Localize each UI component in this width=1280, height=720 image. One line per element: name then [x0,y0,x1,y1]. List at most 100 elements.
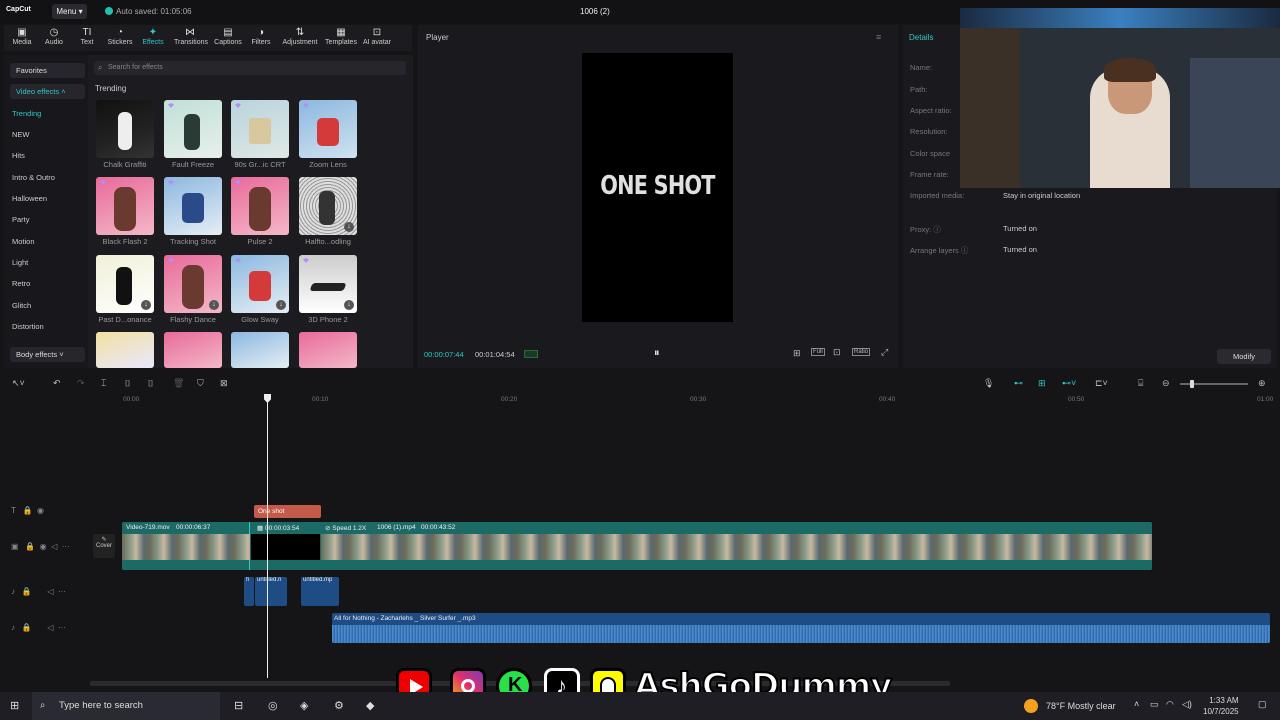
mute-icon[interactable]: ◁ [51,542,57,551]
effect-card-partial[interactable] [96,332,154,368]
tab-transitions[interactable]: ⋈ Transitions [174,27,208,46]
more-icon[interactable]: ··· [62,542,70,551]
tab-ai-avatar[interactable]: ⊡ AI avatar [361,27,393,46]
video-effects-header[interactable]: Video effects ˄ [10,84,85,99]
magnet-icon[interactable]: ⊞ [1038,378,1046,389]
task-view-icon[interactable]: ⊟ [234,699,243,712]
delete-icon[interactable]: 🗑 [173,378,184,389]
nav-party[interactable]: Party [12,215,30,224]
detail-value[interactable]: Turned on [1003,224,1037,233]
video-clip-3[interactable]: ⊘ Speed 1.2X 1006 (1).mp4 00:00:43:52 [321,522,1152,570]
effect-card-tracking-shot[interactable] [164,177,222,235]
copilot-icon[interactable]: ◆ [366,699,374,712]
redo-icon[interactable]: ↷ [77,378,85,389]
menu-button[interactable]: Menu ▾ [52,4,87,19]
effect-card-partial[interactable] [231,332,289,368]
nav-glitch[interactable]: Glitch [12,301,31,310]
effect-card-3d-phone-2[interactable]: ↓ [299,255,357,313]
nav-light[interactable]: Light [12,258,28,267]
link-icon[interactable]: ⊷ [1014,378,1023,389]
player-menu-icon[interactable]: ≡ [876,32,881,42]
tab-audio[interactable]: ◷ Audio [38,27,70,46]
app-icon[interactable]: ◎ [268,699,278,712]
text-clip[interactable]: One shot [254,505,321,518]
modify-button[interactable]: Modify [1217,349,1271,364]
tab-stickers[interactable]: ◔ Stickers [104,27,136,46]
download-icon[interactable]: ↓ [276,300,286,310]
tab-captions[interactable]: ▤ Captions [212,27,244,46]
zoom-slider-handle[interactable] [1190,380,1194,388]
wifi-icon[interactable]: ◠ [1166,699,1174,710]
mic-icon[interactable]: 🎙 [983,378,994,389]
snapshot-icon[interactable]: ⊡ [833,347,841,358]
split-left-icon[interactable]: ⌷ [125,378,130,389]
tab-templates[interactable]: ▦ Templates [323,27,359,46]
tab-adjustment[interactable]: ⇅ Adjustment [282,27,318,46]
detail-value[interactable]: Turned on [1003,245,1037,254]
preview-axis-icon[interactable]: ⊏˅ [1095,378,1108,389]
undo-icon[interactable]: ↶ [53,378,61,389]
more-icon[interactable]: ··· [58,623,66,632]
effect-card-glow-sway[interactable]: ↓ [231,255,289,313]
nav-halloween[interactable]: Halloween [12,194,47,203]
download-icon[interactable]: ↓ [344,300,354,310]
tab-filters[interactable]: ◑ Filters [245,27,277,46]
effect-card-fault-freeze[interactable] [164,100,222,158]
effect-card-pulse-2[interactable] [231,177,289,235]
music-clip[interactable]: All for Nothing - Zacharlehs _ Silver Su… [332,613,1270,643]
cover-button[interactable]: ✎ Cover [93,534,115,558]
weather-text[interactable]: 78°F Mostly clear [1046,701,1116,711]
nav-new[interactable]: NEW [12,130,30,139]
crop-icon[interactable]: ⊞ [793,348,801,359]
lock-icon[interactable]: 🔒 [22,587,32,596]
taskbar-search-input[interactable]: ⌕ Type here to search [32,692,220,720]
eye-icon[interactable]: ◉ [37,506,44,515]
effect-card-partial[interactable] [164,332,222,368]
pause-button[interactable]: ⏸ [654,347,660,360]
zoom-slider[interactable] [1180,380,1248,388]
nav-retro[interactable]: Retro [12,279,30,288]
notification-icon[interactable]: ▢ [1258,699,1267,710]
effect-card-zoom-lens[interactable] [299,100,357,158]
lock-icon[interactable]: 🔒 [22,623,32,632]
effects-search-input[interactable]: ⌕ Search for effects [94,61,406,75]
fit-icon[interactable]: ⌸ [1138,378,1143,389]
nav-intro-outro[interactable]: Intro & Outro [12,173,55,182]
network-icon[interactable]: ▭ [1150,699,1159,710]
tab-effects[interactable]: ✦ Effects [137,27,169,46]
nav-motion[interactable]: Motion [12,237,35,246]
split-right-icon[interactable]: ⌷ [148,378,153,389]
download-icon[interactable]: ↓ [344,222,354,232]
steam-icon[interactable]: ◈ [300,699,308,712]
snap-icon[interactable]: ⊷˅ [1062,378,1076,389]
fullscreen-icon[interactable]: ⤢ [881,347,888,358]
effect-card-past-dissonance[interactable]: ↓ [96,255,154,313]
sfx-clip-1[interactable]: untitled.n [255,577,287,606]
eye-icon[interactable]: ◉ [40,542,47,551]
full-button[interactable]: Full [811,348,825,356]
ratio-button[interactable]: Ratio [852,348,871,356]
mute-icon[interactable]: ◁ [47,623,53,632]
windows-start-icon[interactable]: ⊞ [10,699,19,712]
split-icon[interactable]: ⌶ [101,378,106,389]
more-icon[interactable]: ··· [58,587,66,596]
video-preview[interactable]: ONE SHOT [582,53,733,322]
effect-card-black-flash-2[interactable] [96,177,154,235]
freeze-icon[interactable]: ⊠ [220,378,228,389]
download-icon[interactable]: ↓ [141,300,151,310]
chevron-up-icon[interactable]: ˄ [1134,699,1139,709]
video-clip-1[interactable]: Video-719.mov 00:00:06:37 [122,522,250,570]
tab-text[interactable]: TI Text [71,27,103,46]
tab-media[interactable]: ▣ Media [6,27,38,46]
effect-card-90s-crt[interactable] [231,100,289,158]
zoom-in-icon[interactable]: ⊕ [1258,378,1266,389]
nav-distortion[interactable]: Distortion [12,322,44,331]
sfx-clip-2[interactable]: untitled.mp [301,577,339,606]
lock-icon[interactable]: 🔒 [25,542,35,551]
nav-hits[interactable]: Hits [12,151,25,160]
effect-card-partial[interactable] [299,332,357,368]
select-tool-icon[interactable]: ↖˅ [12,378,25,389]
mute-icon[interactable]: ◁ [47,587,53,596]
body-effects-header[interactable]: Body effects ˅ [10,347,85,362]
effect-card-flashy-dance[interactable]: ↓ [164,255,222,313]
